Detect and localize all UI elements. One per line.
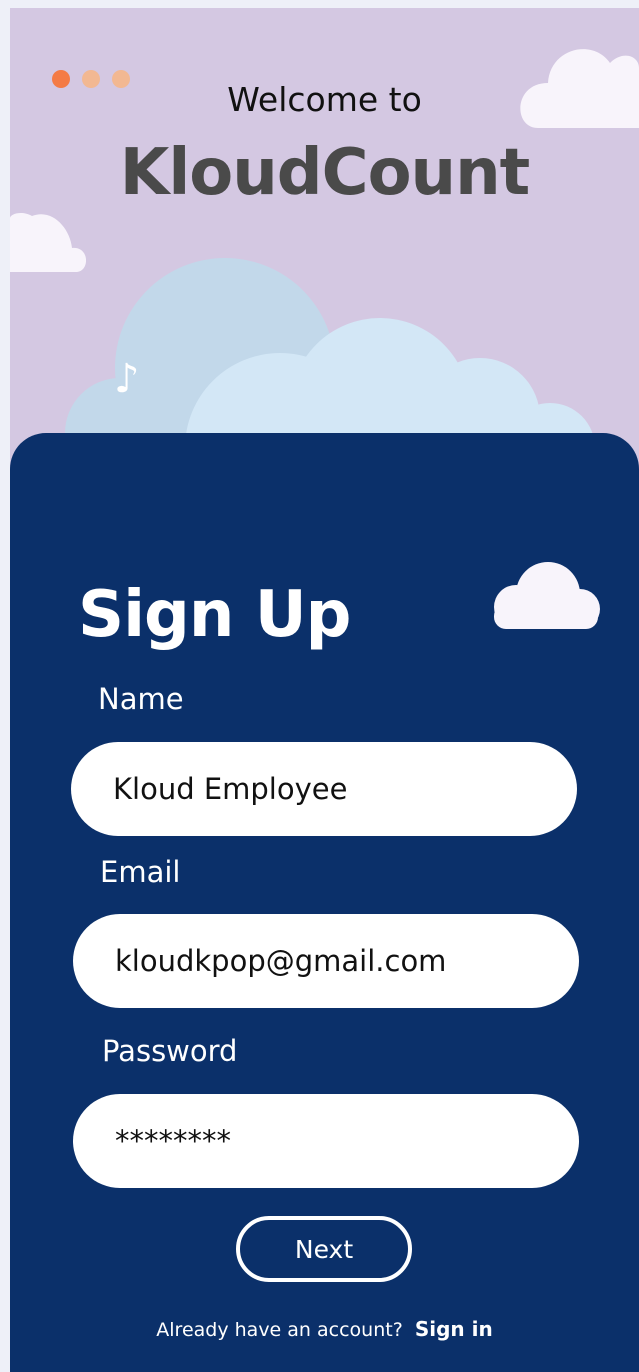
signin-prompt: Already have an account?	[156, 1319, 403, 1341]
signin-link[interactable]: Sign in	[415, 1317, 493, 1341]
signin-row: Already have an account? Sign in	[10, 1317, 639, 1341]
welcome-text: Welcome to	[227, 80, 422, 119]
next-button[interactable]: Next	[236, 1216, 412, 1282]
cloud-icon	[494, 562, 600, 629]
email-label: Email	[100, 855, 181, 889]
cloud-icon	[65, 258, 595, 448]
email-field[interactable]: kloudkpop@gmail.com	[73, 914, 579, 1008]
password-label: Password	[102, 1034, 238, 1068]
brand-name: KloudCount	[119, 136, 531, 210]
music-note-icon: ♪	[114, 356, 140, 402]
app-screen: ♪ Welcome to KloudCount Sign Up Name Klo…	[10, 8, 639, 1372]
signup-card: Sign Up Name Kloud Employee Email kloudk…	[10, 433, 639, 1372]
name-label: Name	[98, 682, 184, 716]
name-field[interactable]: Kloud Employee	[71, 742, 577, 836]
password-field[interactable]: ********	[73, 1094, 579, 1188]
page-title: Sign Up	[78, 578, 351, 652]
